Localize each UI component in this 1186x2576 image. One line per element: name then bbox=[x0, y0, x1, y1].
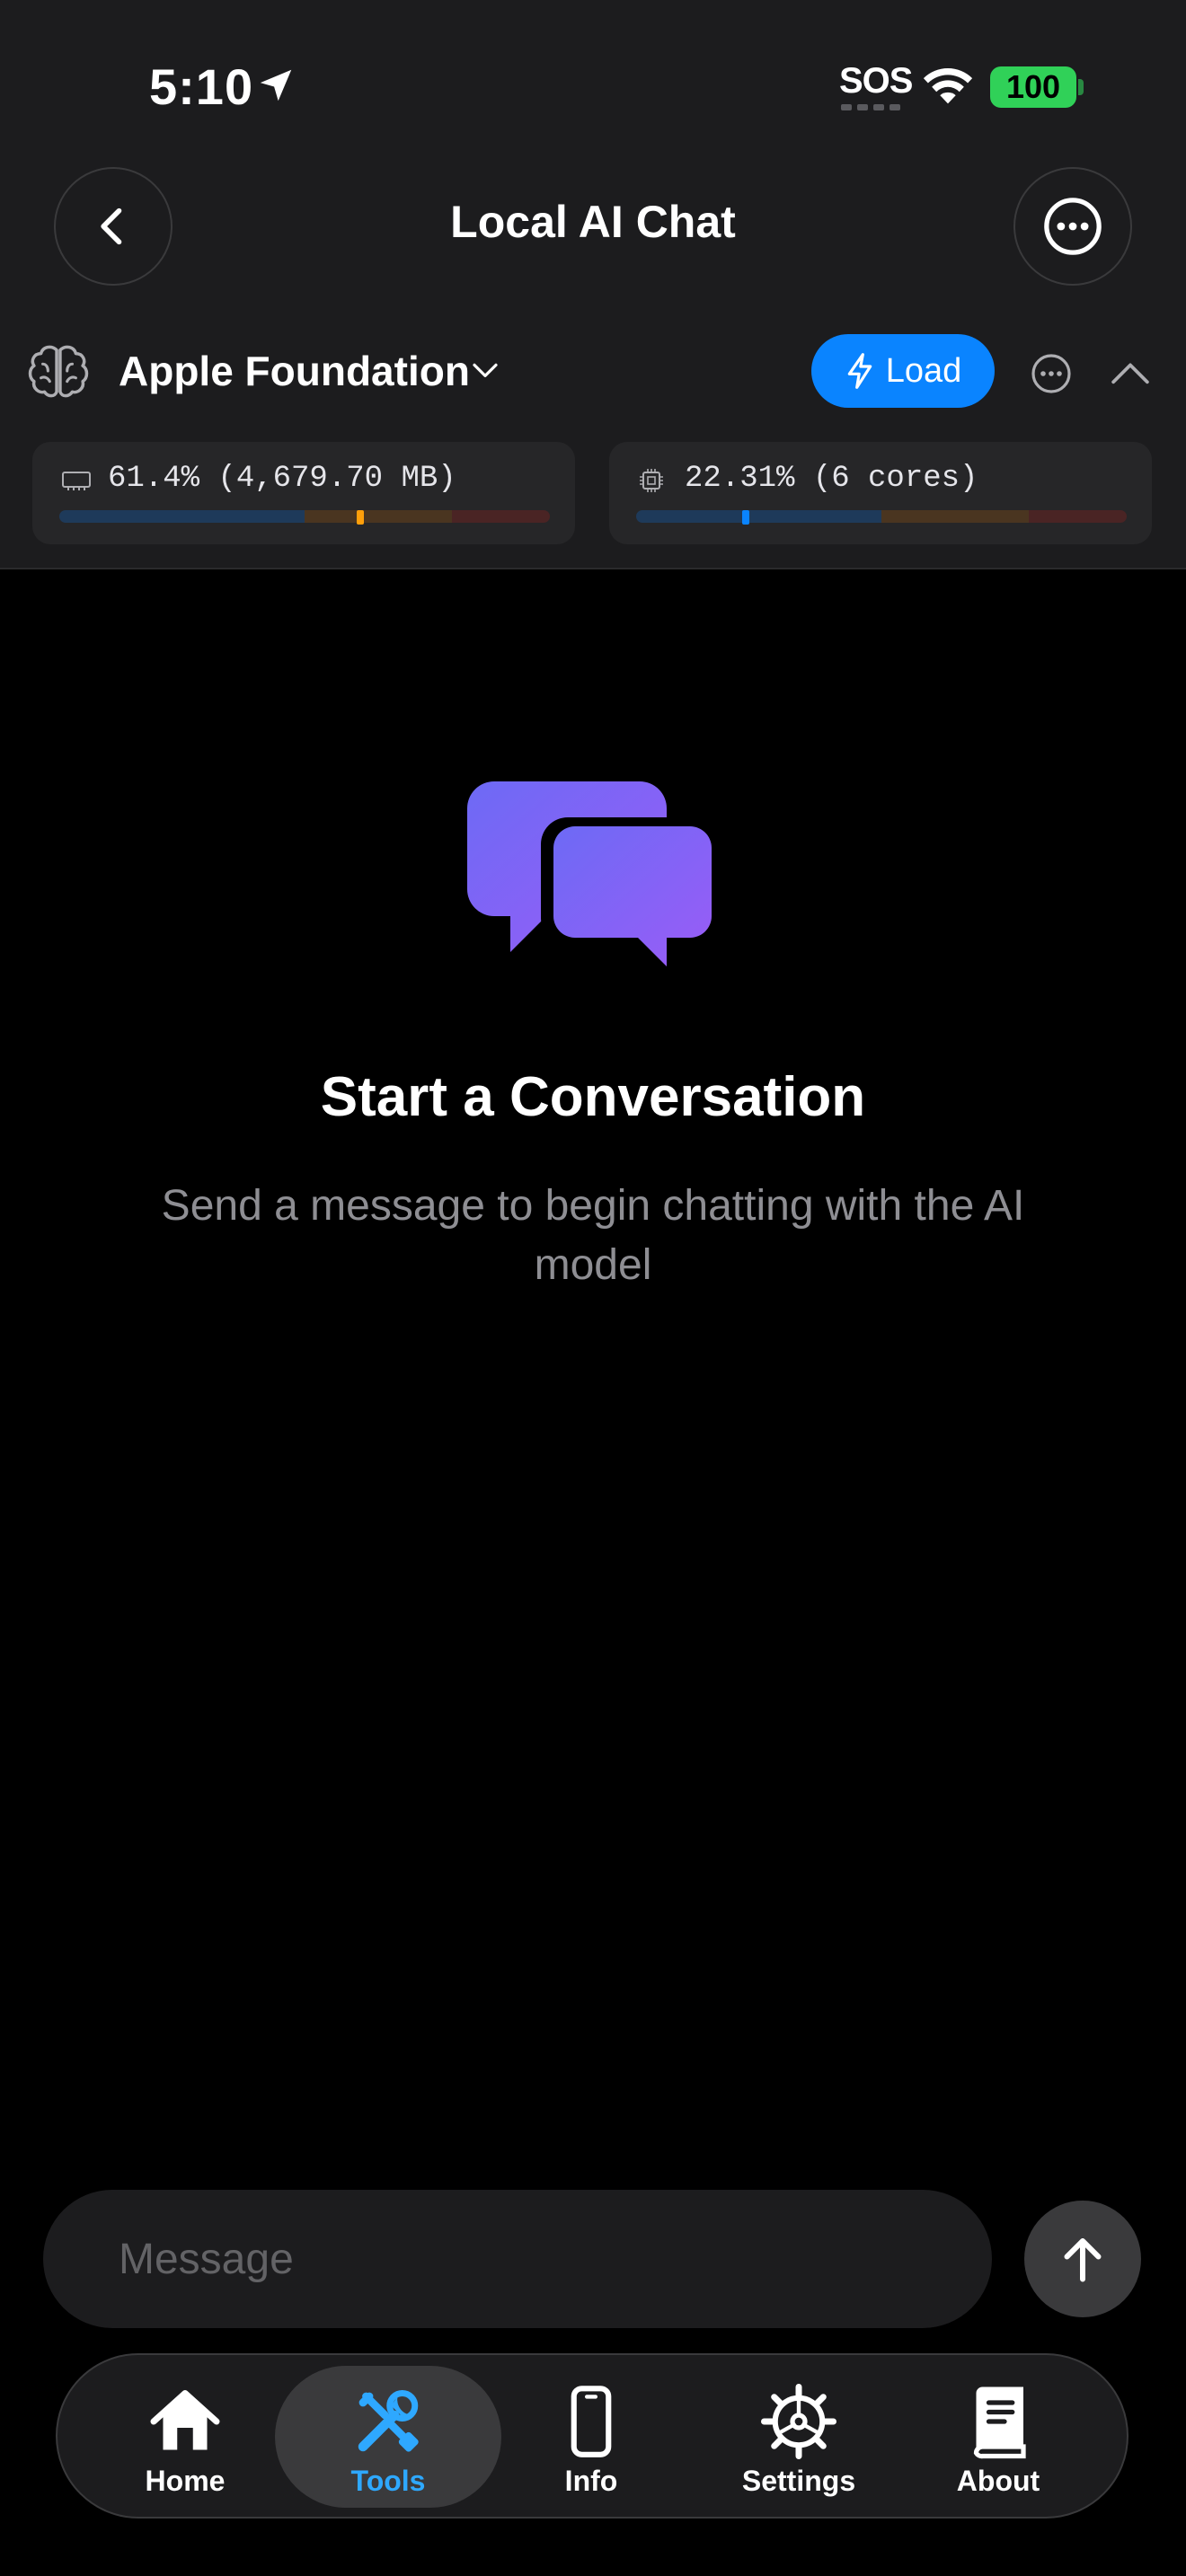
battery-indicator: 100 bbox=[990, 66, 1076, 108]
tab-tools[interactable]: Tools bbox=[275, 2366, 501, 2508]
memory-chip-icon bbox=[62, 472, 91, 490]
tab-bar: Home Tools Info Settings About bbox=[56, 2353, 1128, 2519]
status-sos: SOS bbox=[839, 61, 913, 101]
arrow-up-icon bbox=[1064, 2238, 1102, 2282]
battery-cap bbox=[1078, 79, 1084, 95]
location-arrow-icon bbox=[260, 69, 292, 101]
tab-home-label: Home bbox=[145, 2465, 226, 2497]
message-input[interactable] bbox=[43, 2190, 992, 2328]
cpu-icon bbox=[640, 469, 663, 492]
screen: 5:10 SOS 100 Local AI Chat Apple Foundat… bbox=[0, 0, 1186, 2576]
tab-about[interactable]: About bbox=[931, 2366, 1066, 2508]
brain-icon bbox=[28, 345, 89, 398]
memory-usage-bar bbox=[59, 510, 550, 523]
tab-info-label: Info bbox=[564, 2465, 618, 2497]
ellipsis-circle-icon bbox=[1044, 198, 1102, 255]
tab-settings[interactable]: Settings bbox=[722, 2366, 875, 2508]
tools-icon bbox=[358, 2390, 419, 2452]
header-panel: 5:10 SOS 100 Local AI Chat Apple Foundat… bbox=[0, 0, 1186, 569]
gear-icon bbox=[761, 2384, 836, 2459]
tab-settings-label: Settings bbox=[741, 2465, 856, 2497]
cpu-usage-text: 22.31% (6 cores) bbox=[685, 462, 978, 496]
tab-info[interactable]: Info bbox=[532, 2366, 651, 2508]
send-button[interactable] bbox=[1024, 2201, 1141, 2317]
back-button[interactable] bbox=[54, 167, 173, 286]
empty-state-subtitle: Send a message to begin chatting with th… bbox=[161, 1182, 1025, 1289]
memory-usage-marker bbox=[357, 510, 365, 525]
signal-dots-icon bbox=[841, 104, 900, 110]
memory-usage-text: 61.4% (4,679.70 MB) bbox=[108, 462, 456, 496]
more-options-button[interactable] bbox=[1013, 167, 1132, 286]
bolt-icon bbox=[847, 353, 872, 389]
phone-icon bbox=[571, 2386, 612, 2457]
load-button-label: Load bbox=[885, 351, 962, 390]
wifi-icon bbox=[923, 68, 973, 104]
memory-usage-card: 61.4% (4,679.70 MB) bbox=[32, 442, 575, 544]
cpu-usage-card: 22.31% (6 cores) bbox=[609, 442, 1152, 544]
book-icon bbox=[973, 2386, 1026, 2459]
chevron-down-icon[interactable] bbox=[471, 359, 500, 383]
model-options-icon[interactable] bbox=[1030, 352, 1073, 395]
tab-about-label: About bbox=[956, 2465, 1040, 2497]
load-button[interactable]: Load bbox=[811, 334, 995, 408]
tab-home[interactable]: Home bbox=[111, 2366, 259, 2508]
model-name[interactable]: Apple Foundation bbox=[119, 347, 470, 395]
empty-state-title: Start a Conversation bbox=[320, 1066, 866, 1128]
status-time: 5:10 bbox=[149, 58, 254, 115]
chevron-left-icon bbox=[101, 207, 122, 245]
cpu-usage-bar bbox=[636, 510, 1127, 523]
chevron-up-icon[interactable] bbox=[1109, 357, 1152, 388]
cpu-usage-marker bbox=[741, 510, 749, 525]
tab-tools-label: Tools bbox=[350, 2465, 426, 2497]
page-title: Local AI Chat bbox=[450, 197, 736, 247]
chat-bubbles-icon bbox=[467, 781, 719, 981]
house-icon bbox=[150, 2390, 220, 2450]
